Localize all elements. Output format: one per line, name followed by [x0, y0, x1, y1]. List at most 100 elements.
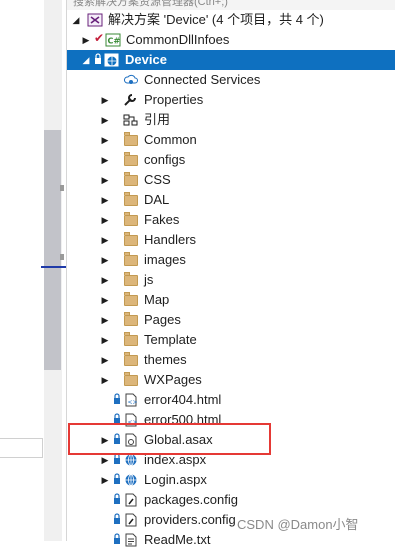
item-label: Login.aspx — [144, 472, 207, 487]
solution-icon — [87, 13, 103, 27]
chevron-right-icon[interactable]: ▶ — [100, 110, 110, 130]
item-label: 引用 — [144, 112, 171, 127]
item-label: DAL — [144, 192, 170, 207]
item-label: Fakes — [144, 212, 180, 227]
chevron-right-icon[interactable]: ▶ — [100, 290, 110, 310]
tree-item-connected-services[interactable]: Connected Services — [67, 70, 395, 90]
tree-row-solution[interactable]: ◢ 解决方案 'Device' (4 个项目，共 4 个) — [67, 10, 395, 30]
tree-folder-dal[interactable]: ▶ DAL — [67, 190, 395, 210]
chevron-right-icon[interactable]: ▶ — [100, 130, 110, 150]
lock-icon — [114, 533, 120, 544]
folder-icon — [124, 212, 138, 226]
item-label: Common — [144, 132, 197, 147]
lock-icon — [95, 53, 101, 64]
chevron-right-icon[interactable]: ▶ — [100, 210, 110, 230]
html-file-icon: <> — [125, 393, 138, 407]
item-label: js — [144, 272, 154, 287]
lock-icon — [114, 513, 120, 524]
folder-icon — [124, 232, 138, 246]
chevron-down-icon[interactable]: ◢ — [71, 10, 81, 30]
references-icon — [123, 114, 138, 126]
tree-folder-css[interactable]: ▶ CSS — [67, 170, 395, 190]
lock-icon — [114, 473, 120, 484]
folder-icon — [124, 172, 138, 186]
tree-file-readme[interactable]: ReadMe.txt — [67, 530, 395, 550]
text-file-icon — [125, 533, 137, 547]
tree-folder-common[interactable]: ▶ Common — [67, 130, 395, 150]
folder-icon — [124, 272, 138, 286]
chevron-right-icon[interactable]: ▶ — [100, 190, 110, 210]
chevron-right-icon[interactable]: ▶ — [100, 170, 110, 190]
item-label: configs — [144, 152, 186, 167]
item-label: images — [144, 252, 186, 267]
tree-folder-handlers[interactable]: ▶ Handlers — [67, 230, 395, 250]
tree-file-packages-config[interactable]: packages.config — [67, 490, 395, 510]
item-label: Pages — [144, 312, 181, 327]
item-label: Template — [144, 332, 197, 347]
chevron-right-icon[interactable]: ▶ — [100, 350, 110, 370]
chevron-right-icon[interactable]: ▶ — [100, 150, 110, 170]
folder-icon — [124, 252, 138, 266]
project-label: CommonDllInfoes — [126, 32, 230, 47]
caret-marker — [41, 266, 66, 268]
tree-folder-wxpages[interactable]: ▶ WXPages — [67, 370, 395, 390]
folder-icon — [124, 352, 138, 366]
tree-item-references[interactable]: ▶ 引用 — [67, 110, 395, 130]
chevron-right-icon[interactable]: ▶ — [100, 90, 110, 110]
config-file-icon — [125, 513, 137, 527]
folder-icon — [124, 132, 138, 146]
folder-icon — [124, 152, 138, 166]
search-bar[interactable]: 搜索解决方案资源管理器(Ctrl+;) — [67, 0, 395, 10]
chevron-right-icon[interactable]: ▶ — [100, 310, 110, 330]
tree-row-project-device[interactable]: ◢ Device — [67, 50, 395, 70]
chevron-right-icon[interactable]: ▶ — [100, 230, 110, 250]
tree-folder-fakes[interactable]: ▶ Fakes — [67, 210, 395, 230]
item-label: Map — [144, 292, 170, 307]
aspx-file-icon — [125, 474, 137, 486]
tree-file-login-aspx[interactable]: ▶ Login.aspx — [67, 470, 395, 490]
folder-icon — [124, 292, 138, 306]
tree-folder-pages[interactable]: ▶ Pages — [67, 310, 395, 330]
item-label: providers.config — [144, 512, 236, 527]
watermark: CSDN @Damon小智 — [237, 517, 359, 532]
search-placeholder: 搜索解决方案资源管理器(Ctrl+;) — [73, 0, 228, 8]
wrench-icon — [124, 94, 136, 106]
tree-folder-images[interactable]: ▶ images — [67, 250, 395, 270]
aspx-file-icon — [125, 454, 137, 466]
item-label: Properties — [144, 92, 204, 107]
csharp-project-icon: C# — [105, 33, 121, 47]
tree-file-error404[interactable]: <> error404.html — [67, 390, 395, 410]
folder-icon — [124, 192, 138, 206]
chevron-right-icon[interactable]: ▶ — [81, 30, 91, 50]
tree-folder-js[interactable]: ▶ js — [67, 270, 395, 290]
scrollbar-thumb[interactable] — [44, 130, 61, 370]
checkmark-icon: ✔ — [94, 31, 105, 45]
chevron-right-icon[interactable]: ▶ — [100, 270, 110, 290]
folder-icon — [124, 312, 138, 326]
scroll-marker — [60, 254, 64, 260]
lock-icon — [114, 393, 120, 404]
tree-folder-configs[interactable]: ▶ configs — [67, 150, 395, 170]
item-label: error404.html — [144, 392, 222, 407]
connected-services-icon — [123, 74, 138, 84]
chevron-right-icon[interactable]: ▶ — [100, 470, 110, 490]
chevron-right-icon[interactable]: ▶ — [100, 370, 110, 390]
tree-item-properties[interactable]: ▶ Properties — [67, 90, 395, 110]
folder-icon — [124, 332, 138, 346]
svg-text:C#: C# — [108, 37, 121, 46]
tree-folder-themes[interactable]: ▶ themes — [67, 350, 395, 370]
chevron-right-icon[interactable]: ▶ — [100, 250, 110, 270]
editor-input-box[interactable] — [0, 438, 43, 458]
tree-folder-template[interactable]: ▶ Template — [67, 330, 395, 350]
web-project-icon — [104, 53, 119, 67]
chevron-down-icon[interactable]: ◢ — [81, 50, 91, 70]
highlight-annotation — [68, 423, 271, 455]
svg-text:<>: <> — [128, 399, 138, 406]
solution-label: 解决方案 'Device' (4 个项目，共 4 个) — [108, 12, 324, 27]
tree-row-project-commondllinfoes[interactable]: ▶ ✔ C# CommonDllInfoes — [67, 30, 395, 50]
item-label: ReadMe.txt — [144, 532, 211, 547]
item-label: packages.config — [144, 492, 238, 507]
tree-folder-map[interactable]: ▶ Map — [67, 290, 395, 310]
item-label: themes — [144, 352, 187, 367]
chevron-right-icon[interactable]: ▶ — [100, 330, 110, 350]
